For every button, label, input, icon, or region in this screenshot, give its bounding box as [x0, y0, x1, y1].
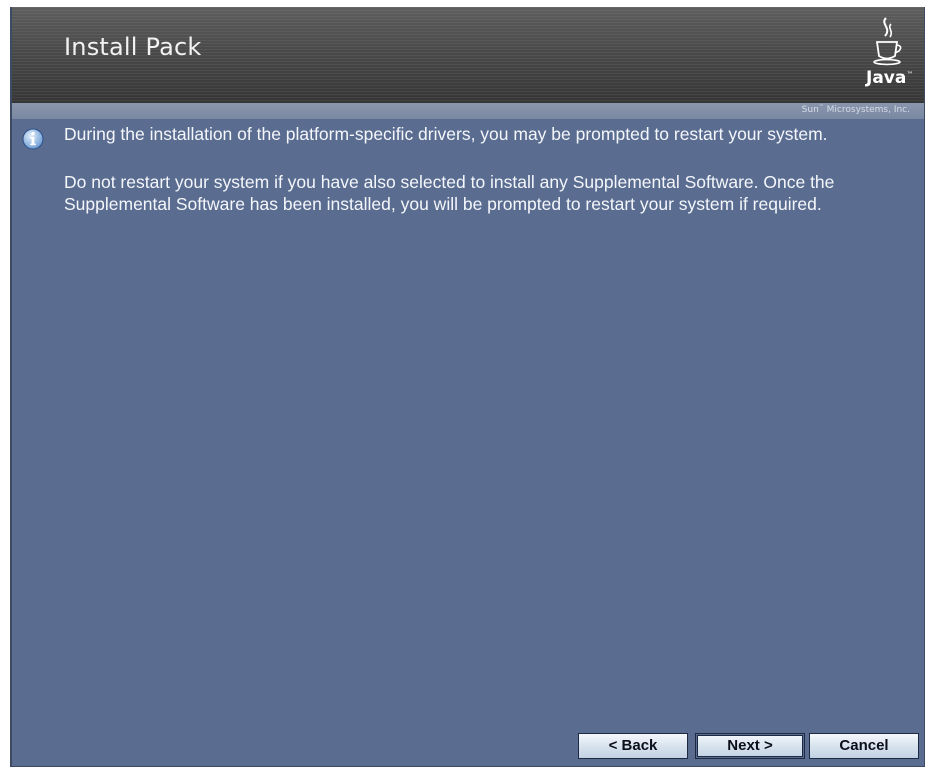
install-pack-window: Install Pack Java™ Sun™ Microsystems, In…	[10, 7, 925, 767]
info-icon	[22, 128, 44, 150]
back-button[interactable]: < Back	[578, 733, 688, 759]
vendor-label: Sun™ Microsystems, Inc.	[801, 104, 910, 115]
java-cup-icon	[873, 17, 902, 66]
java-logo: Java™	[864, 16, 914, 96]
supplemental-warning-line-2: Supplemental Software has been installed…	[64, 194, 822, 214]
restart-prompt-message: During the installation of the platform-…	[64, 124, 828, 144]
java-logo-text: Java™	[866, 68, 914, 88]
next-button[interactable]: Next >	[695, 733, 805, 759]
supplemental-warning-line-1: Do not restart your system if you have a…	[64, 172, 835, 192]
cancel-button[interactable]: Cancel	[809, 733, 919, 759]
header-banner: Install Pack Java™	[12, 7, 924, 103]
window-title: Install Pack	[64, 33, 202, 61]
vendor-bar: Sun™ Microsystems, Inc.	[12, 103, 924, 119]
